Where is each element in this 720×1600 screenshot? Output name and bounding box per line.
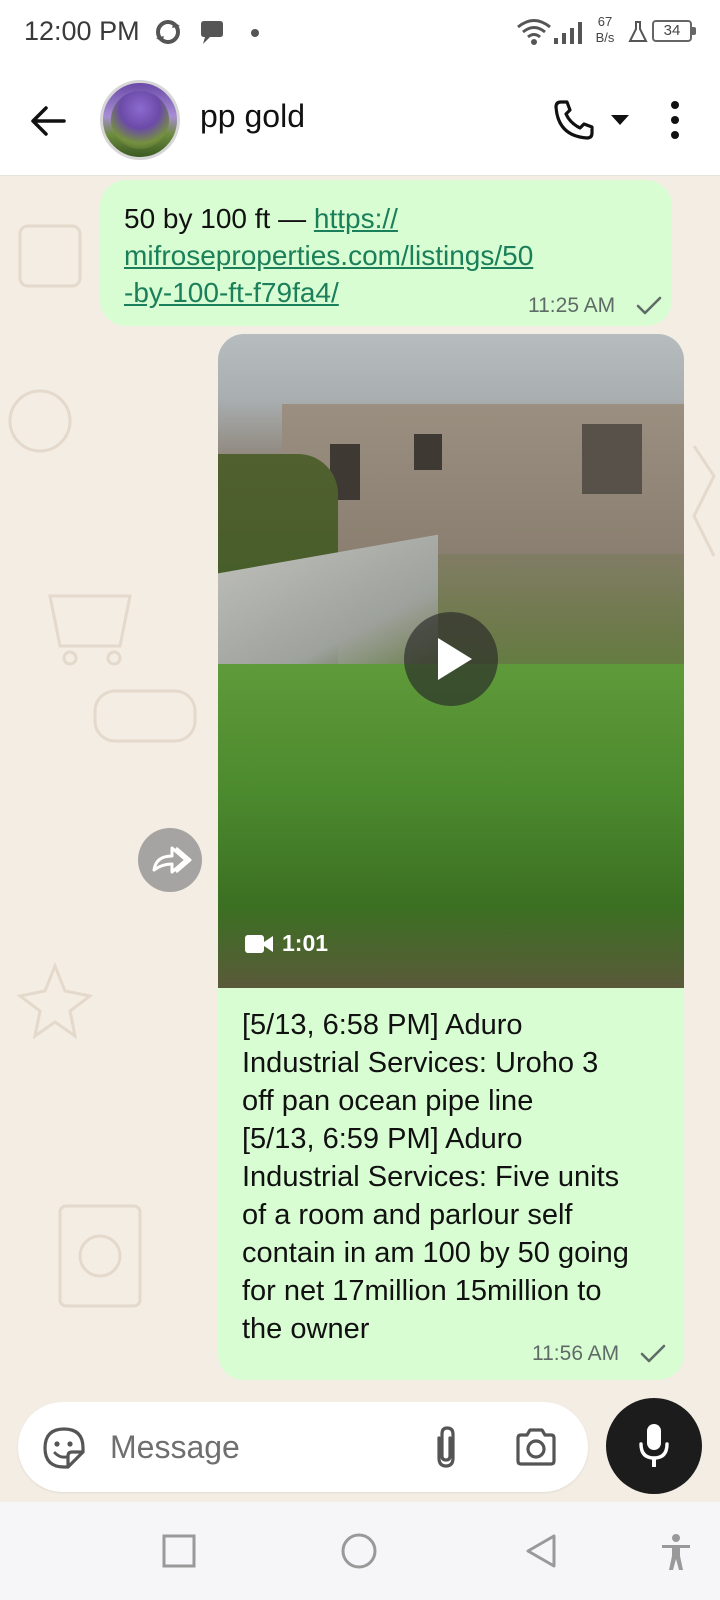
chat-area[interactable]: 50 by 100 ft — https:// mifroseproperties… — [0, 176, 720, 1502]
message-bubble-icon — [201, 21, 223, 44]
single-check-icon — [636, 296, 662, 315]
flask-icon — [628, 21, 648, 42]
contact-avatar[interactable] — [100, 80, 180, 160]
video-duration: 1:01 — [282, 930, 329, 956]
message-time: 11:25 AM — [528, 294, 616, 317]
play-button[interactable] — [404, 612, 498, 706]
message-bubble[interactable]: 50 by 100 ft — https:// mifroseproperties… — [100, 180, 672, 326]
network-speed-value: 67 — [597, 14, 613, 29]
paperclip-icon[interactable] — [426, 1424, 466, 1470]
mic-icon — [639, 1424, 669, 1467]
forward-button[interactable] — [138, 828, 202, 892]
network-speed-unit: B/s — [595, 30, 615, 45]
building-window — [582, 424, 642, 494]
doodle-icon — [18, 224, 82, 288]
video-thumbnail[interactable]: 1:01 — [218, 334, 684, 988]
doodle-icon — [93, 689, 197, 743]
message-input[interactable] — [110, 1422, 400, 1472]
doodle-icon — [8, 389, 72, 453]
status-bar: 12:00 PM 67 B/s 34 — [0, 0, 720, 66]
status-time: 12:00 PM — [24, 16, 140, 46]
message-composer — [18, 1402, 588, 1492]
message-link-line: mifroseproperties.com/listings/50 — [124, 240, 534, 271]
message-link-line: https:// — [313, 203, 398, 234]
phone-icon[interactable] — [552, 98, 596, 142]
more-vert-icon[interactable] — [662, 98, 688, 142]
back-arrow-icon[interactable] — [26, 99, 70, 143]
sticker-icon[interactable] — [42, 1426, 86, 1470]
building-window — [414, 434, 442, 470]
recents-square-icon[interactable] — [160, 1532, 198, 1570]
accessibility-icon[interactable] — [658, 1532, 694, 1572]
system-nav-bar — [0, 1502, 720, 1600]
battery-icon: 34 — [652, 20, 696, 42]
message-time: 11:56 AM — [532, 1342, 620, 1365]
video-camera-icon — [245, 935, 273, 953]
avatar-image — [111, 91, 169, 149]
sync-icon — [156, 20, 180, 44]
signal-icon — [554, 22, 582, 44]
wifi-icon — [517, 19, 551, 45]
doodle-icon — [692, 445, 716, 557]
message-text-prefix: 50 by 100 ft — — [124, 203, 314, 234]
contact-name[interactable]: pp gold — [200, 98, 305, 135]
chevron-down-icon[interactable] — [608, 112, 632, 128]
forward-icon — [152, 846, 192, 874]
single-check-icon — [640, 1344, 666, 1363]
doodle-icon — [16, 961, 94, 1040]
network-speed: 67 B/s — [590, 14, 620, 46]
doodle-icon — [48, 594, 132, 666]
message-caption: [5/13, 6:58 PM] Aduro Industrial Service… — [242, 1009, 629, 1345]
mic-button[interactable] — [606, 1398, 702, 1494]
back-triangle-icon[interactable] — [522, 1532, 560, 1570]
play-icon — [438, 638, 472, 680]
doodle-icon — [58, 1204, 142, 1308]
camera-icon[interactable] — [514, 1426, 558, 1468]
message-link-line: -by-100-ft-f79fa4/ — [124, 277, 339, 308]
video-message-bubble[interactable]: 1:01 [5/13, 6:58 PM] Aduro Industrial Se… — [218, 334, 684, 1380]
home-circle-icon[interactable] — [340, 1532, 378, 1570]
chat-header: pp gold — [0, 66, 720, 176]
building-image — [282, 404, 684, 554]
dot-icon — [251, 29, 259, 37]
